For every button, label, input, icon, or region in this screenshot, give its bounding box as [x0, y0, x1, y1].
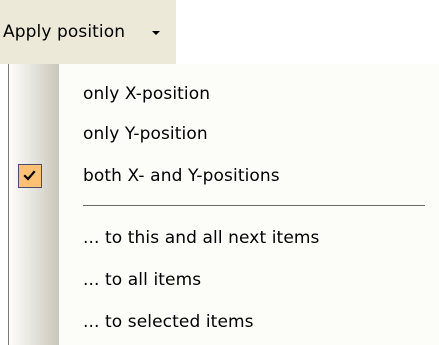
- menu-item-both-x-and-y-positions[interactable]: both X- and Y-positions: [9, 156, 439, 196]
- menu-item-label: both X- and Y-positions: [83, 166, 280, 186]
- menu-item-only-y-position[interactable]: only Y-position: [9, 114, 439, 154]
- menu-item-label: ... to all items: [83, 270, 202, 290]
- dropdown-menu: only X-position only Y-position both X- …: [8, 64, 439, 345]
- menu-item-label: ... to this and all next items: [83, 228, 320, 248]
- menu-separator: [83, 205, 425, 206]
- menu-item-to-all-items[interactable]: ... to all items: [9, 260, 439, 300]
- menu-button-label: Apply position: [3, 22, 126, 42]
- apply-position-menu-button[interactable]: Apply position: [0, 0, 176, 64]
- apply-position-menu: Apply position only X-position only Y-po…: [0, 0, 439, 345]
- menu-item-to-this-and-all-next-items[interactable]: ... to this and all next items: [9, 218, 439, 258]
- menu-item-label: only X-position: [83, 84, 211, 104]
- dropdown-arrow-icon: [152, 31, 160, 35]
- menu-item-to-selected-items[interactable]: ... to selected items: [9, 302, 439, 342]
- menu-item-label: only Y-position: [83, 124, 208, 144]
- menu-item-only-x-position[interactable]: only X-position: [9, 74, 439, 114]
- checkmark-icon: [18, 164, 42, 188]
- menu-item-label: ... to selected items: [83, 312, 254, 332]
